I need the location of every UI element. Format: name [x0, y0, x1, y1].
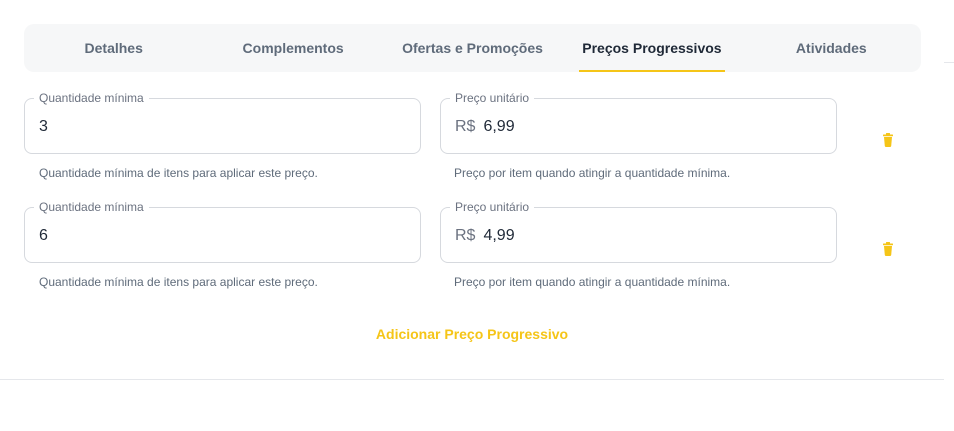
- add-progressive-price-button[interactable]: Adicionar Preço Progressivo: [340, 326, 604, 342]
- divider: [944, 62, 954, 63]
- unit-price-input[interactable]: R$ 6,99: [455, 118, 515, 136]
- min-quantity-field[interactable]: Quantidade mínima 3: [24, 91, 421, 154]
- tab-ofertas-promocoes[interactable]: Ofertas e Promoções: [383, 24, 562, 72]
- field-label: Preço unitário: [450, 200, 535, 214]
- field-label: Quantidade mínima: [34, 91, 149, 105]
- helper-text: Preço por item quando atingir a quantida…: [454, 275, 731, 289]
- tab-bar: Detalhes Complementos Ofertas e Promoçõe…: [24, 24, 921, 72]
- helper-text: Quantidade mínima de itens para aplicar …: [39, 275, 318, 289]
- trash-icon[interactable]: [881, 242, 895, 256]
- unit-price-value: 6,99: [483, 118, 515, 135]
- unit-price-field[interactable]: Preço unitário R$ 4,99: [440, 200, 837, 263]
- unit-price-input[interactable]: R$ 4,99: [455, 227, 515, 245]
- currency-prefix: R$: [455, 227, 476, 244]
- tab-label: Preços Progressivos: [582, 40, 722, 56]
- unit-price-field[interactable]: Preço unitário R$ 6,99: [440, 91, 837, 154]
- tab-label: Ofertas e Promoções: [402, 40, 543, 56]
- unit-price-value: 4,99: [483, 227, 515, 244]
- field-label: Quantidade mínima: [34, 200, 149, 214]
- tab-label: Atividades: [795, 40, 867, 56]
- min-quantity-value[interactable]: 6: [39, 227, 48, 245]
- min-quantity-field[interactable]: Quantidade mínima 6: [24, 200, 421, 263]
- helper-text: Preço por item quando atingir a quantida…: [454, 166, 731, 180]
- min-quantity-value[interactable]: 3: [39, 118, 48, 136]
- tab-detalhes[interactable]: Detalhes: [24, 24, 203, 72]
- currency-prefix: R$: [455, 118, 476, 135]
- tab-complementos[interactable]: Complementos: [203, 24, 382, 72]
- tab-label: Complementos: [242, 40, 344, 56]
- divider: [0, 379, 944, 380]
- trash-icon[interactable]: [881, 133, 895, 147]
- tab-precos-progressivos[interactable]: Preços Progressivos: [562, 24, 741, 72]
- helper-text: Quantidade mínima de itens para aplicar …: [39, 166, 318, 180]
- tab-label: Detalhes: [84, 40, 143, 56]
- field-label: Preço unitário: [450, 91, 535, 105]
- tab-atividades[interactable]: Atividades: [742, 24, 921, 72]
